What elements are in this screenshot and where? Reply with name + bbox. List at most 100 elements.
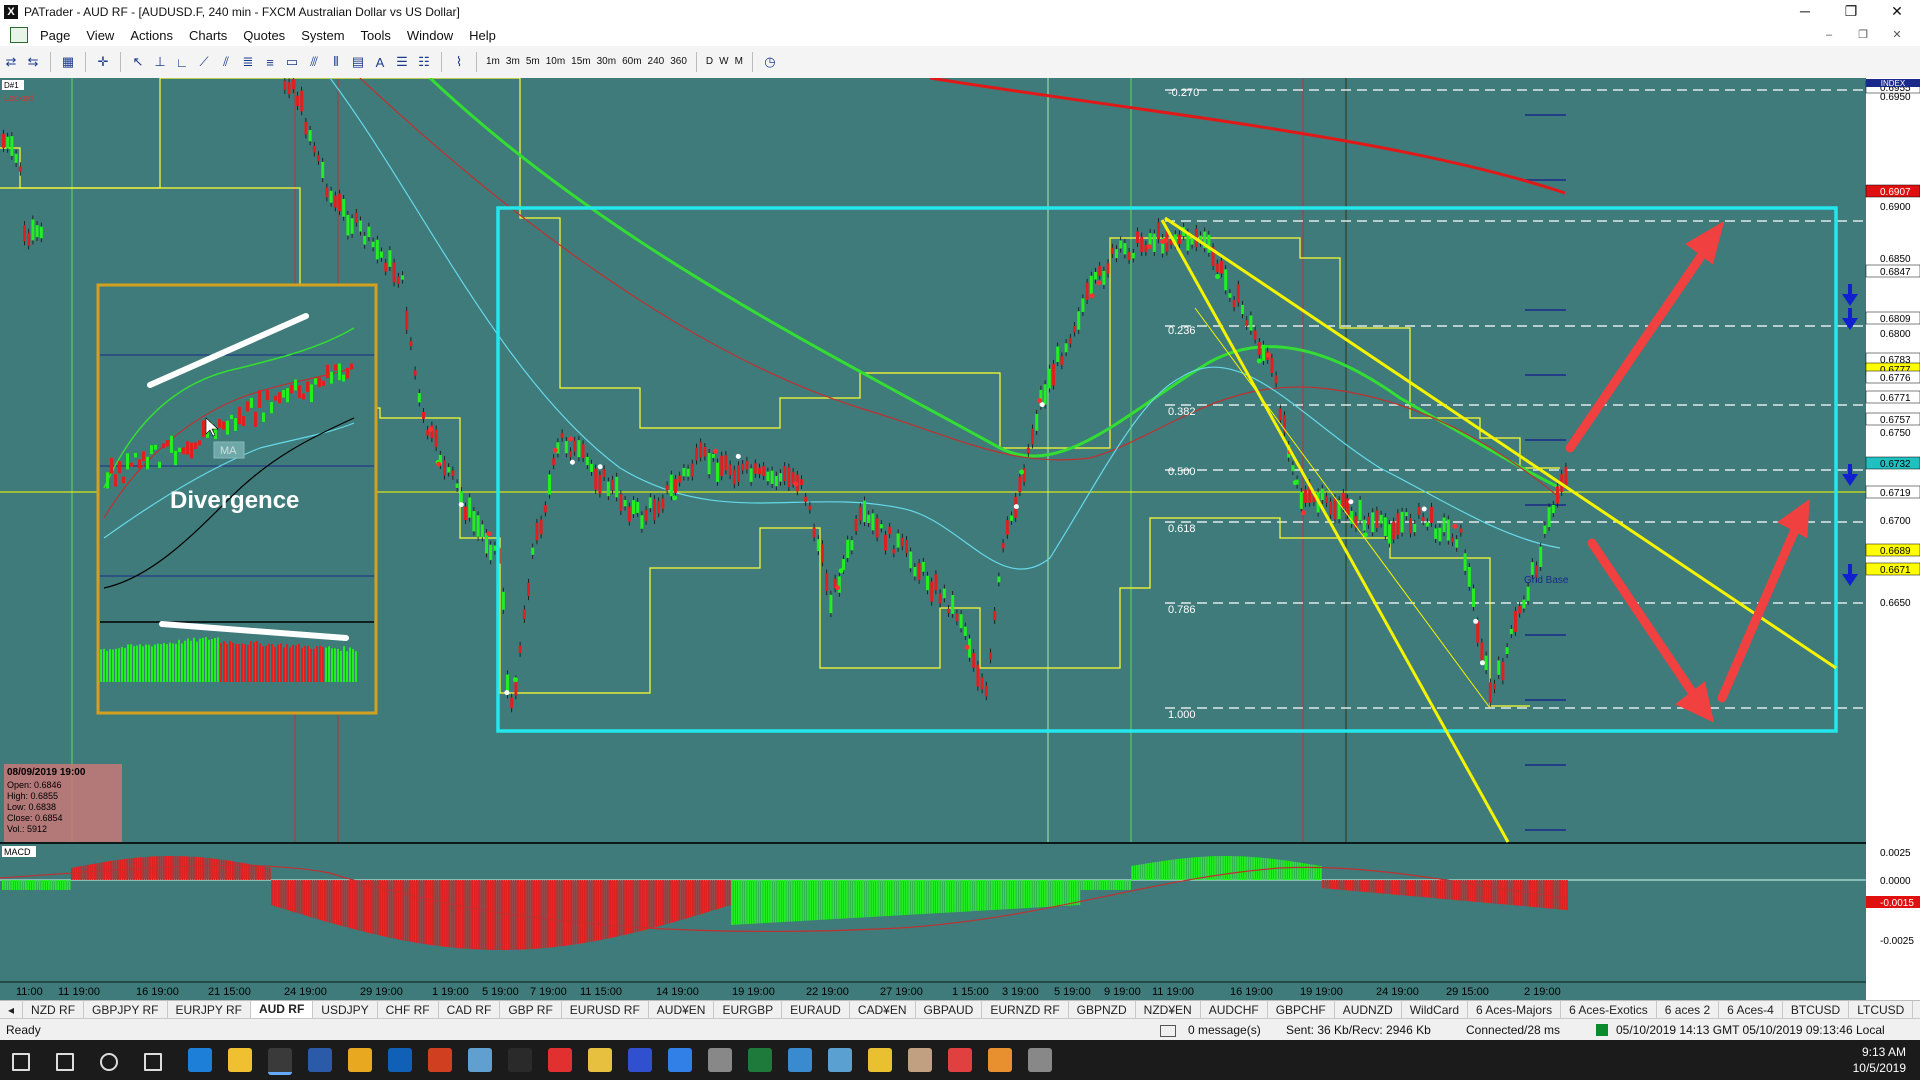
- fib-ext-icon[interactable]: ≡: [260, 52, 280, 72]
- app-icon[interactable]: [988, 1048, 1012, 1072]
- channel-icon[interactable]: ⫽: [216, 52, 236, 72]
- pointer-icon[interactable]: ↖: [128, 52, 148, 72]
- tf-d[interactable]: D: [703, 52, 716, 72]
- cycle-icon[interactable]: ⦀: [326, 52, 346, 72]
- app-icon[interactable]: [468, 1048, 492, 1072]
- tab-6-aces-4[interactable]: 6 Aces-4: [1719, 1001, 1783, 1019]
- horizontal-line-icon[interactable]: ⊥: [150, 52, 170, 72]
- list-icon[interactable]: ☰: [392, 52, 412, 72]
- app-icon[interactable]: [908, 1048, 932, 1072]
- tab-aud-en[interactable]: AUD¥EN: [649, 1001, 715, 1019]
- tab-wildcard[interactable]: WildCard: [1402, 1001, 1469, 1019]
- time-axis[interactable]: [0, 982, 1866, 1000]
- tab-audchf[interactable]: AUDCHF: [1201, 1001, 1268, 1019]
- app-icon[interactable]: [948, 1048, 972, 1072]
- mdi-close-button[interactable]: ✕: [1880, 24, 1914, 46]
- tab-cad-rf[interactable]: CAD RF: [439, 1001, 501, 1019]
- tf-w[interactable]: W: [716, 52, 731, 72]
- tab-ethusd[interactable]: ETHUSD: [1913, 1001, 1920, 1019]
- file-explorer-icon[interactable]: [228, 1048, 252, 1072]
- tab-chf-rf[interactable]: CHF RF: [378, 1001, 439, 1019]
- app-icon[interactable]: [588, 1048, 612, 1072]
- menu-view[interactable]: View: [78, 28, 122, 43]
- app-icon[interactable]: [508, 1048, 532, 1072]
- tf-5m[interactable]: 5m: [523, 52, 543, 72]
- app-icon[interactable]: [548, 1048, 572, 1072]
- connect-icon[interactable]: ⇄: [1, 52, 21, 72]
- outlook-icon[interactable]: [388, 1048, 412, 1072]
- tab-eurnzd-rf[interactable]: EURNZD RF: [982, 1001, 1069, 1019]
- gann-icon[interactable]: ⫻: [304, 52, 324, 72]
- chart-window[interactable]: -0.270 0.236 0.382 0.500 0.618 0.786 1.0…: [0, 75, 1920, 1000]
- trend-line-icon[interactable]: ⟋: [194, 52, 214, 72]
- menu-help[interactable]: Help: [461, 28, 504, 43]
- tf-60m[interactable]: 60m: [619, 52, 644, 72]
- powerpoint-icon[interactable]: [428, 1048, 452, 1072]
- zoom-icon[interactable]: [668, 1048, 692, 1072]
- divergence-inset[interactable]: MA Divergence: [96, 283, 378, 715]
- menu-page[interactable]: Page: [32, 28, 78, 43]
- menu-quotes[interactable]: Quotes: [235, 28, 293, 43]
- box-icon[interactable]: ▤: [348, 52, 368, 72]
- price-axis[interactable]: [1866, 78, 1920, 1000]
- tab-6-aces-2[interactable]: 6 aces 2: [1657, 1001, 1720, 1019]
- tab-6-aces-majors[interactable]: 6 Aces-Majors: [1468, 1001, 1562, 1019]
- tf-240[interactable]: 240: [645, 52, 668, 72]
- tab-nzd-rf[interactable]: NZD RF: [23, 1001, 85, 1019]
- patrader-icon[interactable]: [268, 1048, 292, 1075]
- tab-usdjpy[interactable]: USDJPY: [313, 1001, 378, 1019]
- rect-icon[interactable]: ▭: [282, 52, 302, 72]
- levels-icon[interactable]: ☷: [414, 52, 434, 72]
- tab-eurusd-rf[interactable]: EURUSD RF: [562, 1001, 649, 1019]
- menu-tools[interactable]: Tools: [353, 28, 399, 43]
- crosshair-icon[interactable]: ✛: [93, 52, 113, 72]
- close-button[interactable]: ✕: [1874, 0, 1920, 24]
- app-icon[interactable]: [1028, 1048, 1052, 1072]
- clock-icon[interactable]: ◷: [760, 52, 780, 72]
- tab-eurgbp[interactable]: EURGBP: [714, 1001, 783, 1019]
- excel-icon[interactable]: [748, 1048, 772, 1072]
- minimize-button[interactable]: ─: [1782, 0, 1828, 24]
- tab-gbp-rf[interactable]: GBP RF: [500, 1001, 562, 1019]
- tab-gbpaud[interactable]: GBPAUD: [916, 1001, 983, 1019]
- tf-10m[interactable]: 10m: [543, 52, 568, 72]
- mdi-minimize-button[interactable]: –: [1812, 24, 1846, 46]
- price-chart[interactable]: -0.270 0.236 0.382 0.500 0.618 0.786 1.0…: [0, 75, 1920, 1000]
- tab-euraud[interactable]: EURAUD: [782, 1001, 850, 1019]
- vertical-line-icon[interactable]: ∟: [172, 52, 192, 72]
- tab-scroll-left-icon[interactable]: ◂: [0, 1001, 24, 1019]
- start-icon[interactable]: [12, 1053, 30, 1071]
- taskbar-clock[interactable]: 9:13 AM 10/5/2019: [1853, 1044, 1906, 1076]
- tab-gbpjpy-rf[interactable]: GBPJPY RF: [84, 1001, 168, 1019]
- tab-btcusd[interactable]: BTCUSD: [1783, 1001, 1850, 1019]
- chart-icon[interactable]: ▦: [58, 52, 78, 72]
- menu-actions[interactable]: Actions: [122, 28, 181, 43]
- tab-audnzd[interactable]: AUDNZD: [1335, 1001, 1402, 1019]
- search-icon[interactable]: [56, 1053, 74, 1071]
- tab-ltcusd[interactable]: LTCUSD: [1849, 1001, 1914, 1019]
- maximize-button[interactable]: ❐: [1828, 0, 1874, 24]
- tab-nzd-en[interactable]: NZD¥EN: [1136, 1001, 1201, 1019]
- task-view-icon[interactable]: [144, 1053, 162, 1071]
- word-icon[interactable]: [308, 1048, 332, 1072]
- tf-30m[interactable]: 30m: [594, 52, 619, 72]
- menu-window[interactable]: Window: [399, 28, 461, 43]
- edge-icon[interactable]: [188, 1048, 212, 1072]
- app-icon[interactable]: [788, 1048, 812, 1072]
- chrome-icon[interactable]: [348, 1048, 372, 1072]
- status-messages[interactable]: 0 message(s): [1188, 1023, 1261, 1037]
- app-icon[interactable]: [628, 1048, 652, 1072]
- menu-charts[interactable]: Charts: [181, 28, 235, 43]
- mdi-restore-button[interactable]: ❐: [1846, 24, 1880, 46]
- tab-eurjpy-rf[interactable]: EURJPY RF: [168, 1001, 251, 1019]
- calculator-icon[interactable]: [708, 1048, 732, 1072]
- tf-360[interactable]: 360: [667, 52, 690, 72]
- tab-cad-en[interactable]: CAD¥EN: [850, 1001, 916, 1019]
- app-icon[interactable]: [868, 1048, 892, 1072]
- tab-gbpchf[interactable]: GBPCHF: [1268, 1001, 1335, 1019]
- tab-gbpnzd[interactable]: GBPNZD: [1069, 1001, 1136, 1019]
- tf-15m[interactable]: 15m: [568, 52, 593, 72]
- cortana-icon[interactable]: [100, 1053, 118, 1071]
- app-icon[interactable]: [828, 1048, 852, 1072]
- mail-icon[interactable]: [1160, 1025, 1176, 1037]
